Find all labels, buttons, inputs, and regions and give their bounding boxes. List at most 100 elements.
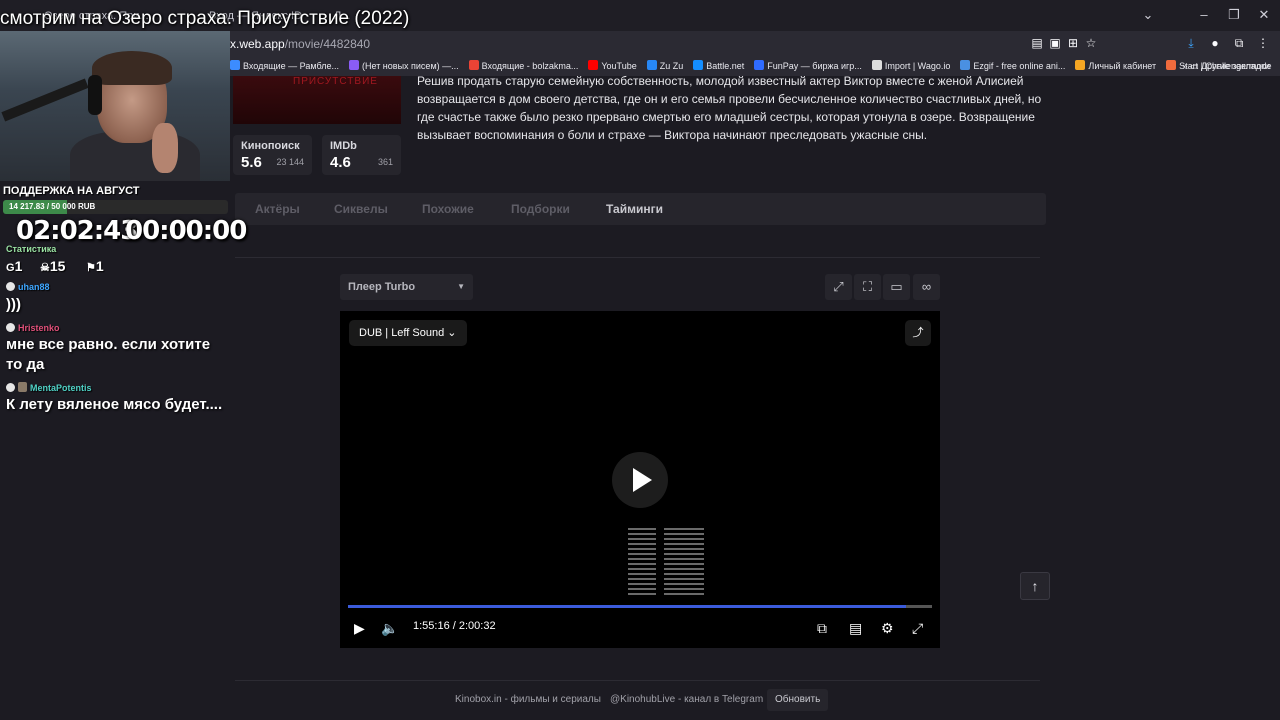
dub-selector[interactable]: DUB | Leff Sound ⌄ <box>349 320 467 346</box>
fullscreen-icon[interactable]: ⤢ <box>912 619 923 637</box>
streamer-hair <box>92 51 172 85</box>
download-icon[interactable]: ⤓ <box>1183 35 1199 51</box>
pip-icon[interactable]: ⧉ <box>817 619 827 637</box>
webcam-feed <box>0 31 230 181</box>
minimize-icon[interactable]: – <box>1194 6 1214 24</box>
progress-fill <box>348 605 907 608</box>
screenshot-icon[interactable]: ▣ <box>1047 35 1063 51</box>
account-icon[interactable]: ● <box>1207 35 1223 51</box>
streamer-hands <box>152 123 178 173</box>
settings-gear-icon[interactable]: ⚙ <box>881 619 894 637</box>
bookmark-favicon-icon <box>646 60 657 70</box>
bookmark-item[interactable]: Входящие — Рамбле... <box>230 57 339 75</box>
divider <box>235 257 1040 258</box>
page-content: ПРИСУТСТВИЕ Кинопоиск 5.6 23 144 IMDb 4.… <box>230 74 1280 720</box>
credit-line <box>664 583 704 585</box>
play-icon[interactable]: ▶ <box>354 619 365 637</box>
headset-icon <box>88 75 102 115</box>
bookmark-label: (Нет новых писем) —... <box>361 61 459 71</box>
extensions-icon[interactable]: ⧉ <box>1231 35 1247 51</box>
restore-icon[interactable]: ❐ <box>1224 6 1244 24</box>
donation-progress-bar: 14 217.83 / 50 000 RUB <box>3 200 228 214</box>
stat-value: 1 <box>14 258 23 274</box>
player-select[interactable]: Плеер Turbo ▼ <box>340 274 473 300</box>
comment-icon[interactable]: ▭ <box>883 274 910 300</box>
tab-actors[interactable]: Актёры <box>255 202 300 216</box>
refresh-button[interactable]: Обновить <box>767 689 829 711</box>
donation-goal-title: ПОДДЕРЖКА НА АВГУСТ <box>3 185 140 197</box>
rating-votes: 23 144 <box>276 157 304 167</box>
credit-line <box>664 543 704 545</box>
tab-timings[interactable]: Тайминги <box>606 202 663 216</box>
credit-line <box>664 538 704 540</box>
footer-site-link[interactable]: Kinobox.in - фильмы и сериалы <box>455 694 601 705</box>
badge-icon <box>6 383 15 392</box>
rating-name: IMDb <box>330 140 357 152</box>
g-icon: G <box>6 262 15 274</box>
rating-kinopoisk: Кинопоиск 5.6 23 144 <box>233 135 312 175</box>
rating-votes: 361 <box>377 157 393 167</box>
stat-skull: ☠15 <box>40 258 65 274</box>
chat-username: Hristenko <box>6 323 60 333</box>
url-path: /movie/4482840 <box>284 37 371 51</box>
subtitles-icon[interactable]: ▤ <box>849 619 862 637</box>
translate-icon[interactable]: ⊞ <box>1065 35 1081 51</box>
rating-value: 5.6 <box>241 154 262 171</box>
share-icon[interactable]: ⤴ <box>905 320 931 346</box>
bookmark-label: Входящие — Рамбле... <box>243 61 339 71</box>
bookmark-label: Ezgif - free online ani... <box>973 61 1066 71</box>
tab-similar[interactable]: Похожие <box>422 202 474 216</box>
credit-line <box>628 548 656 550</box>
address-bar[interactable]: x.web.app/movie/4482840 <box>230 34 1110 56</box>
footer-telegram-link[interactable]: @KinohubLive - канал в Telegram <box>610 694 763 705</box>
bookmark-favicon-icon <box>588 60 599 70</box>
duration: 2:00:32 <box>458 620 496 632</box>
timecode: 1:55:16 / 2:00:32 <box>413 620 496 632</box>
skull-icon: ☠ <box>40 262 50 274</box>
bookmark-label: Личный кабинет <box>1088 61 1157 71</box>
bookmark-label: Zu Zu <box>659 61 684 71</box>
bookmark-star-icon[interactable]: ☆ <box>1083 35 1099 51</box>
credit-line <box>628 543 656 545</box>
link-icon[interactable]: ∞ <box>913 274 940 300</box>
volume-icon[interactable]: 🔈 <box>381 619 398 637</box>
chat-user-name: MentaPotentis <box>30 383 92 393</box>
credit-line <box>628 573 656 575</box>
big-play-button[interactable] <box>612 452 668 508</box>
fullscreen-icon[interactable]: ⛶ <box>854 274 881 300</box>
expand-icon[interactable]: ⤢ <box>825 274 852 300</box>
stats-label: Статистика <box>6 244 57 254</box>
chat-user-name: Hristenko <box>18 323 60 333</box>
stat-value: 15 <box>49 258 66 274</box>
movie-description: Решив продать старую семейную собственно… <box>417 74 1042 142</box>
bookmark-favicon-icon <box>1075 60 1086 70</box>
menu-icon[interactable]: ⋮ <box>1255 35 1271 51</box>
reader-icon[interactable]: ▤ <box>1029 35 1045 51</box>
progress-bar[interactable] <box>348 605 932 608</box>
tab-collections[interactable]: Подборки <box>511 202 570 216</box>
credit-line <box>664 548 704 550</box>
flag-icon: ⚑ <box>86 262 96 274</box>
bookmark-item[interactable]: Личный кабинет <box>1075 57 1156 75</box>
video-player[interactable]: DUB | Leff Sound ⌄ ⤴ ▶ 🔈 1:55:16 / 2:00:… <box>340 311 940 648</box>
scroll-top-button[interactable]: ↑ <box>1020 572 1050 600</box>
tab-list-icon[interactable]: ⌄ <box>1138 6 1158 24</box>
rating-value: 4.6 <box>330 154 351 171</box>
credit-line <box>628 568 656 570</box>
credit-line <box>664 578 704 580</box>
tab-sequels[interactable]: Сиквелы <box>334 202 388 216</box>
other-bookmarks[interactable]: » ▭ Другие закладки <box>1183 57 1270 75</box>
close-icon[interactable]: ✕ <box>1254 6 1274 24</box>
credit-line <box>628 528 656 530</box>
bookmark-label: YouTube <box>601 61 637 71</box>
second-timer: 00:00:00 <box>125 216 247 246</box>
bookmark-favicon-icon <box>230 60 240 70</box>
bookmark-label: FunPay — биржа игр... <box>767 61 862 71</box>
movie-poster[interactable]: ПРИСУТСТВИЕ <box>233 76 401 124</box>
bookmark-favicon-icon <box>754 60 765 70</box>
chat-message: мне все равно. если хотите то да <box>6 336 211 373</box>
rating-name: Кинопоиск <box>241 140 300 152</box>
emote-icon <box>18 382 27 392</box>
poster-art: ПРИСУТСТВИЕ <box>293 76 378 87</box>
credit-line <box>628 578 656 580</box>
